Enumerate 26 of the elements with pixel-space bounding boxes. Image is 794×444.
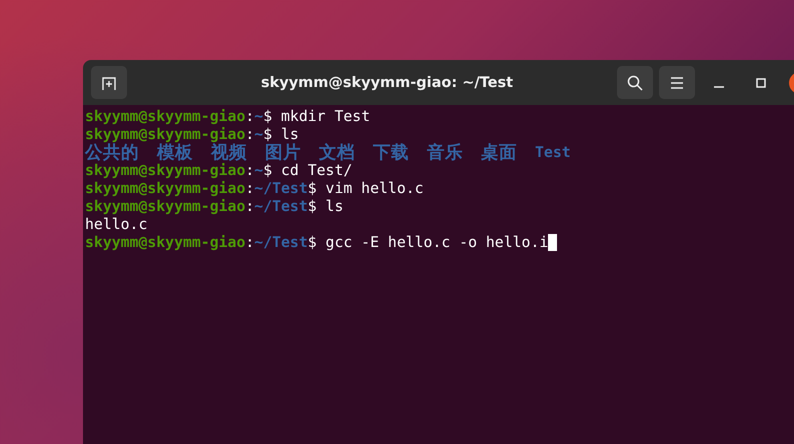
terminal-line: skyymm@skyymm-giao:~/Test$ vim hello.c <box>85 180 425 198</box>
search-icon <box>627 74 643 90</box>
terminal-line: skyymm@skyymm-giao:~$ ls <box>85 126 300 143</box>
terminal-line: skyymm@skyymm-giao:~/Test$ gcc -E hello.c -o hello.i <box>85 234 794 252</box>
directory-name: Test <box>535 144 571 162</box>
terminal-line: skyymm@skyymm-giao:~$ mkdir Test <box>85 108 372 126</box>
menu-icon <box>670 76 684 88</box>
window-title: skyymm@skyymm-giao: ~/Test <box>260 74 514 90</box>
directory-name: 视频 <box>211 144 247 162</box>
terminal-area[interactable] <box>83 105 794 444</box>
new-tab-button[interactable] <box>91 66 127 99</box>
new-tab-icon <box>101 74 117 90</box>
directory-name: 桌面 <box>481 144 517 162</box>
directory-name: 音乐 <box>427 144 463 162</box>
menu-button[interactable] <box>659 66 695 99</box>
maximize-icon <box>756 78 766 88</box>
search-button[interactable] <box>617 66 653 99</box>
minimize-icon <box>714 86 724 88</box>
directory-name: 模板 <box>157 144 193 162</box>
directory-name: 文档 <box>319 144 355 162</box>
terminal-line: skyymm@skyymm-giao:~$ cd Test/ <box>85 162 354 180</box>
directory-name: 下载 <box>373 144 409 162</box>
directory-name: 公共的 <box>85 144 139 162</box>
directory-name: 图片 <box>265 144 301 162</box>
terminal-line: skyymm@skyymm-giao:~/Test$ ls <box>85 198 344 216</box>
terminal-line: hello.c <box>85 216 148 234</box>
